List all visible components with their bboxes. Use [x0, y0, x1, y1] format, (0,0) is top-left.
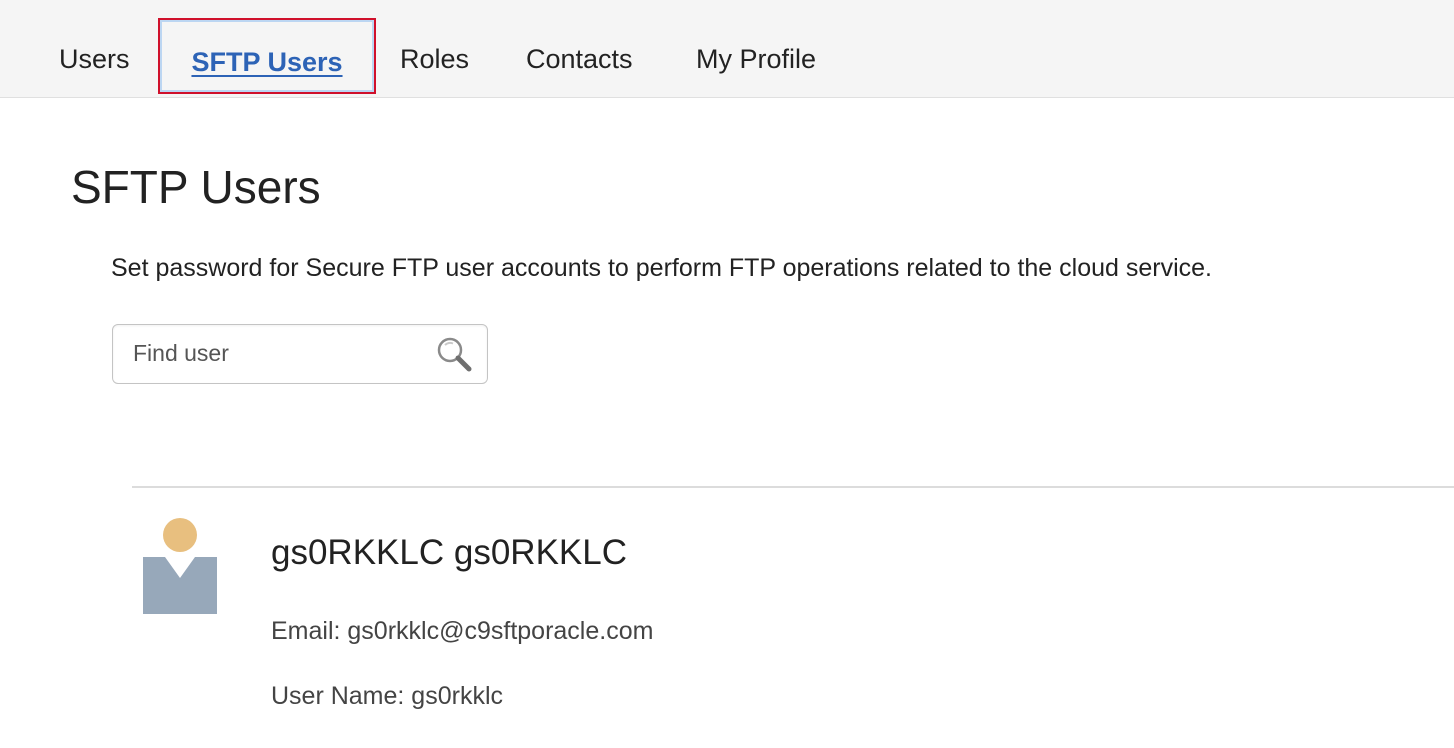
- search-icon[interactable]: [434, 335, 474, 375]
- tab-users[interactable]: Users: [59, 0, 130, 97]
- tab-my-profile[interactable]: My Profile: [696, 0, 816, 97]
- page-title: SFTP Users: [71, 161, 321, 213]
- find-user-input[interactable]: [133, 333, 423, 373]
- page-description: Set password for Secure FTP user account…: [111, 254, 1212, 282]
- user-display-name[interactable]: gs0RKKLC gs0RKKLC: [271, 533, 627, 573]
- tab-bar: Users SFTP Users Roles Contacts My Profi…: [0, 0, 1454, 98]
- tab-sftp-users[interactable]: SFTP Users: [158, 18, 376, 94]
- search-box: [112, 324, 488, 384]
- tab-contacts[interactable]: Contacts: [526, 0, 633, 97]
- list-divider: [132, 486, 1454, 488]
- user-username: User Name: gs0rkklc: [271, 682, 503, 710]
- user-email: Email: gs0rkklc@c9sftporacle.com: [271, 617, 654, 645]
- tab-roles[interactable]: Roles: [400, 0, 469, 97]
- user-avatar-icon: [143, 518, 217, 614]
